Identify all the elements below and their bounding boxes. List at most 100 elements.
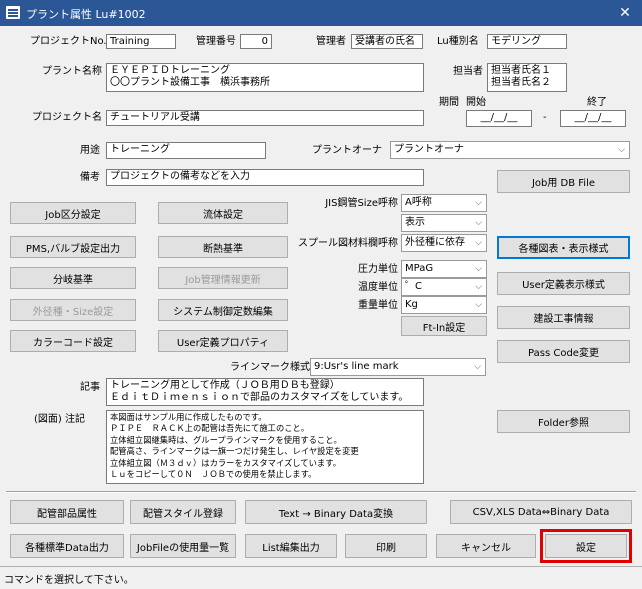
- chevron-down-icon: ⌵: [475, 282, 482, 292]
- list-edit-output-button[interactable]: List編集出力: [245, 534, 337, 558]
- status-text: コマンドを選択して下さい。: [4, 575, 134, 586]
- print-button[interactable]: 印刷: [345, 534, 427, 558]
- date-dash: -: [543, 112, 547, 123]
- title-bar: プラント属性 Lu#1002 ✕: [0, 0, 642, 26]
- jis-size-select[interactable]: A呼称 ⌵: [401, 194, 487, 212]
- chevron-down-icon: ⌵: [475, 198, 482, 208]
- note-line-1: 本図面はサンプル用に作成したものです。: [110, 412, 267, 422]
- construction-info-button[interactable]: 建設工事情報: [497, 306, 630, 329]
- project-no-field[interactable]: Training: [106, 34, 176, 49]
- temperature-label: 温度単位: [358, 282, 398, 293]
- pressure-label: 圧力単位: [358, 264, 398, 275]
- lu-type-label: Lu種別名: [437, 36, 479, 47]
- chevron-down-icon: ⌵: [475, 238, 482, 248]
- plant-name-field[interactable]: ＥＹＥＰＩＤトレーニング 〇〇プラント設備工事 横浜事務所: [106, 63, 424, 92]
- app-icon: [6, 6, 20, 19]
- note-label: (図面) 注記: [34, 414, 85, 425]
- note-line-2: ＰＩＰＥ ＲＡＣＫ上の配管は吾先にて施工のこと。: [110, 423, 310, 434]
- temperature-select[interactable]: ゜C ⌵: [401, 278, 487, 296]
- display-value: 表示: [405, 217, 425, 228]
- csv-xls-binary-button[interactable]: CSV,XLS Data⇔Binary Data: [450, 500, 632, 524]
- jis-size-value: A呼称: [405, 197, 432, 208]
- color-code-button[interactable]: カラーコード設定: [10, 330, 136, 352]
- jobfile-usage-list-button[interactable]: JobFileの使用量一覧: [130, 534, 236, 558]
- person-line-2: 担当者氏名２: [491, 77, 551, 88]
- person-field[interactable]: 担当者氏名１ 担当者氏名２: [487, 63, 567, 92]
- job-category-button[interactable]: Job区分設定: [10, 202, 136, 224]
- project-no-label: プロジェクトNo.: [30, 36, 107, 47]
- weight-value: Kg: [405, 299, 418, 310]
- note-line-3: 立体組立図継集時は、グループラインマークを使用すること。: [110, 434, 342, 445]
- note-line-4: 配管高さ、ラインマークは一旗一つだけ発生し、レイヤ設定を変更: [110, 446, 359, 457]
- job-db-file-button[interactable]: Job用 DB File: [497, 170, 630, 193]
- charts-display-format-button[interactable]: 各種図表・表示様式: [497, 236, 630, 259]
- mgmt-no-label: 管理番号: [196, 36, 236, 47]
- chevron-down-icon: ⌵: [475, 218, 482, 228]
- project-name-field[interactable]: チュートリアル受講: [106, 110, 424, 126]
- line-mark-value: 9:Usr's line mark: [314, 361, 399, 372]
- chevron-down-icon: ⌵: [618, 145, 625, 155]
- chevron-down-icon: ⌵: [475, 264, 482, 274]
- period-label: 期間: [439, 97, 459, 108]
- project-name-label: プロジェクト名: [32, 112, 102, 123]
- folder-browse-button[interactable]: Folder参照: [497, 410, 630, 433]
- plant-name-line-1: ＥＹＥＰＩＤトレーニング: [110, 65, 230, 76]
- spool-value: 外径種に依存: [405, 237, 465, 248]
- usage-label: 用途: [80, 145, 100, 156]
- fluid-settings-button[interactable]: 流体設定: [158, 202, 288, 224]
- manager-label: 管理者: [316, 36, 346, 47]
- job-info-update-button: Job管理情報更新: [158, 267, 288, 289]
- temperature-value: ゜C: [405, 281, 422, 292]
- od-size-settings-button: 外径種・Size設定: [10, 299, 136, 321]
- chevron-down-icon: ⌵: [475, 300, 482, 310]
- piping-part-attr-button[interactable]: 配管部品属性: [10, 500, 124, 524]
- end-date-field[interactable]: __/__/__: [560, 110, 626, 127]
- jis-size-label: JIS鋼管Size呼称: [325, 198, 398, 209]
- note-field[interactable]: 本図面はサンプル用に作成したものです。 ＰＩＰＥ ＲＡＣＫ上の配管は吾先にて施工…: [106, 410, 424, 484]
- weight-select[interactable]: Kg ⌵: [401, 296, 487, 314]
- article-line-2: ＥｄｉｔＤｉｍｅｎｓｉｏｎで部品のカスタマイズをしています。: [110, 392, 409, 403]
- article-label: 記事: [80, 382, 100, 393]
- separator: [6, 491, 636, 493]
- person-line-1: 担当者氏名１: [491, 65, 551, 76]
- remarks-label: 備考: [80, 172, 100, 183]
- branch-standard-button[interactable]: 分岐基準: [10, 267, 136, 289]
- end-label: 終了: [587, 97, 607, 108]
- text-to-binary-button[interactable]: Text → Binary Data変換: [245, 500, 427, 524]
- mgmt-no-field[interactable]: 0: [240, 34, 272, 49]
- spool-select[interactable]: 外径種に依存 ⌵: [401, 234, 487, 252]
- piping-style-register-button[interactable]: 配管スタイル登録: [130, 500, 236, 524]
- plant-name-line-2: 〇〇プラント設備工事 横浜事務所: [110, 77, 270, 88]
- pms-valve-output-button[interactable]: PMS,バルブ設定出力: [10, 236, 136, 258]
- plant-name-label: プラント名称: [42, 66, 102, 77]
- cancel-button[interactable]: キャンセル: [436, 534, 536, 558]
- display-select[interactable]: 表示 ⌵: [401, 214, 487, 232]
- start-date-field[interactable]: __/__/__: [466, 110, 532, 127]
- pressure-select[interactable]: MPaG ⌵: [401, 260, 487, 278]
- remarks-field[interactable]: プロジェクトの備考などを入力: [106, 169, 424, 186]
- lu-type-field[interactable]: モデリング: [487, 34, 567, 49]
- owner-select[interactable]: プラントオーナ ⌵: [390, 141, 630, 159]
- insulation-standard-button[interactable]: 断熱基準: [158, 236, 288, 258]
- article-field[interactable]: トレーニング用として作成（ＪＯＢ用ＤＢも登録） ＥｄｉｔＤｉｍｅｎｓｉｏｎで部品…: [106, 378, 424, 406]
- pressure-value: MPaG: [405, 263, 434, 274]
- line-mark-select[interactable]: 9:Usr's line mark ⌵: [310, 358, 486, 376]
- usage-field[interactable]: トレーニング: [106, 142, 266, 159]
- chevron-down-icon: ⌵: [474, 362, 481, 372]
- note-line-6: Ｌｕをコピーして０Ｎ ＪＯＢでの使用を禁止します。: [110, 469, 317, 480]
- close-icon[interactable]: ✕: [614, 3, 636, 23]
- system-constants-button[interactable]: システム制御定数編集: [158, 299, 288, 321]
- settings-ok-button[interactable]: 設定: [545, 534, 627, 558]
- user-property-button[interactable]: User定義プロパティ: [158, 330, 288, 352]
- ft-in-settings-button[interactable]: Ft-In設定: [401, 316, 487, 336]
- note-line-5: 立体組立図（Ｍ３ｄｖ）はカラーをカスタマイズしています。: [110, 457, 341, 468]
- start-label: 開始: [466, 97, 486, 108]
- article-line-1: トレーニング用として作成（ＪＯＢ用ＤＢも登録）: [110, 380, 340, 391]
- standard-data-output-button[interactable]: 各種標準Data出力: [10, 534, 124, 558]
- person-label: 担当者: [453, 66, 483, 77]
- manager-field[interactable]: 受講者の氏名: [351, 34, 423, 49]
- owner-label: プラントオーナ: [312, 145, 382, 156]
- pass-code-change-button[interactable]: Pass Code変更: [497, 340, 630, 363]
- user-display-format-button[interactable]: User定義表示様式: [497, 272, 630, 295]
- status-bar: コマンドを選択して下さい。: [0, 566, 642, 589]
